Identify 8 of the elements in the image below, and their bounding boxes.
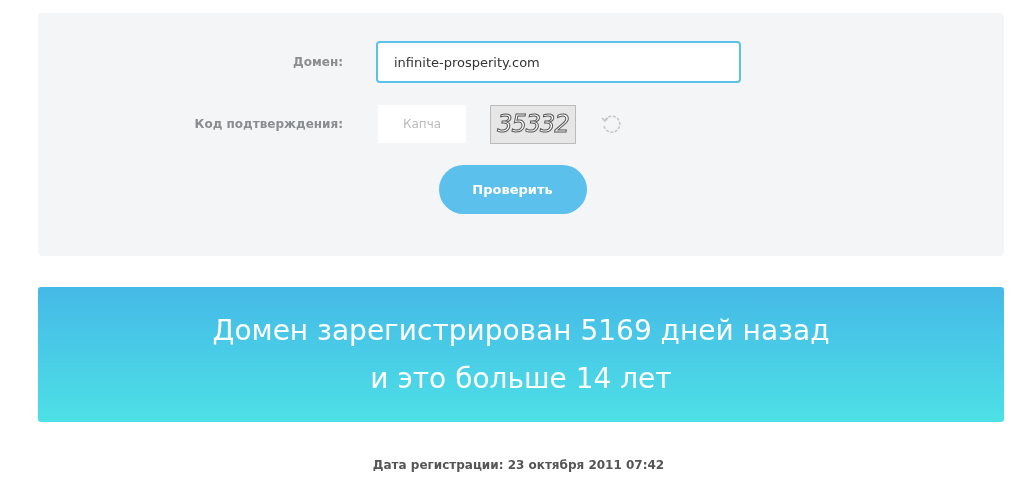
domain-label: Домен: bbox=[292, 55, 343, 69]
registration-date: Дата регистрации: 23 октября 2011 07:42 bbox=[372, 458, 665, 472]
result-text: Домен зарегистрирован 5169 дней назад bbox=[212, 312, 830, 349]
result-text: и это больше 14 лет bbox=[370, 360, 672, 397]
captcha-field[interactable]: Капча bbox=[378, 105, 466, 143]
captcha-label: Код подтверждения: bbox=[193, 117, 343, 131]
domain-field[interactable]: infinite-prosperity.com bbox=[376, 41, 741, 83]
refresh-icon[interactable] bbox=[600, 113, 622, 135]
